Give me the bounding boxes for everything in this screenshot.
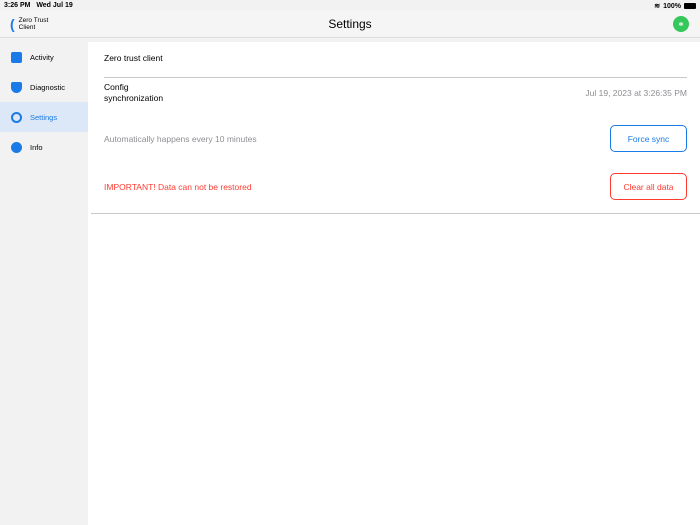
sidebar: Activity Diagnostic Settings Info [0, 42, 88, 525]
sidebar-item-label: Settings [30, 112, 58, 122]
status-date: Wed Jul 19 [36, 2, 73, 9]
sidebar-item-info[interactable]: Info [0, 132, 88, 162]
wifi-icon: ≋ [654, 3, 661, 10]
sidebar-item-settings[interactable]: Settings [0, 102, 88, 132]
status-bar: 3:26 PM Wed Jul 19 ≋ 100% [0, 0, 700, 11]
auto-sync-text: Automatically happens every 10 minutes [104, 134, 257, 144]
sidebar-item-label: Info [30, 142, 43, 152]
sidebar-item-activity[interactable]: Activity [0, 42, 88, 72]
last-sync-time: Jul 19, 2023 at 3:26:35 PM [585, 88, 687, 98]
settings-panel: Zero trust client Config synchronization … [88, 42, 700, 525]
sidebar-item-diagnostic[interactable]: Diagnostic [0, 72, 88, 102]
section-title: Zero trust client [104, 53, 163, 63]
link-icon: ⚭ [677, 19, 685, 29]
shield-icon [11, 81, 22, 93]
person-icon [11, 141, 22, 153]
page-title: Settings [328, 17, 372, 31]
connection-link-button[interactable]: ⚭ [673, 16, 689, 32]
sidebar-item-label: Activity [30, 52, 54, 62]
clear-all-data-button[interactable]: Clear all data [610, 173, 687, 200]
divider [104, 77, 687, 78]
battery-icon [684, 3, 696, 9]
sidebar-item-label: Diagnostic [30, 82, 66, 92]
battery-percent: 100% [663, 2, 681, 10]
divider [91, 213, 700, 214]
header: ( Zero Trust Client Settings ⚭ [0, 11, 700, 38]
status-time: 3:26 PM [4, 2, 31, 9]
cube-icon [11, 51, 22, 63]
gear-icon [11, 111, 22, 123]
warning-text: IMPORTANT! Data can not be restored [104, 182, 252, 192]
force-sync-button[interactable]: Force sync [610, 125, 687, 152]
